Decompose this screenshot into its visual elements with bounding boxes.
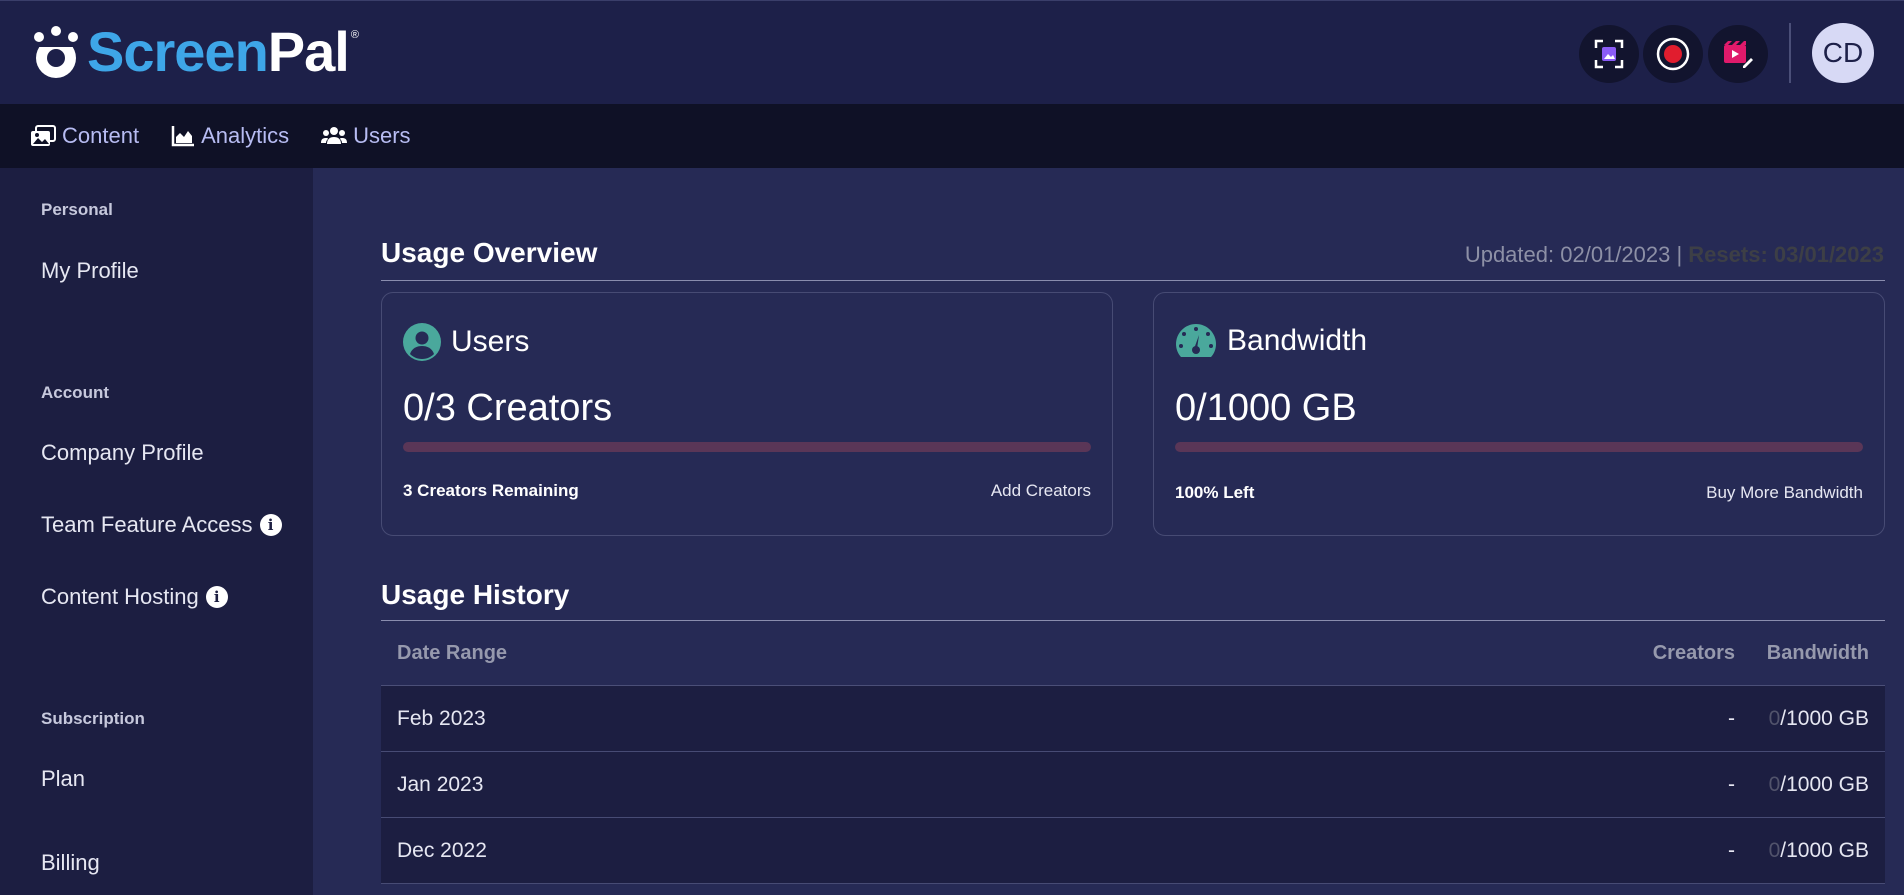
- sidebar-item-billing[interactable]: Billing: [41, 850, 100, 876]
- registered-mark: ®: [350, 29, 359, 41]
- overview-divider: [381, 280, 1885, 281]
- logo-wordmark: ScreenPal: [87, 24, 350, 80]
- row-bandwidth: 0/1000 GB: [1735, 773, 1885, 797]
- bandwidth-total: /1000 GB: [1780, 706, 1869, 730]
- record-tool-button[interactable]: [1643, 25, 1703, 83]
- sidebar-section-subscription: Subscription: [41, 709, 145, 728]
- user-circle-icon: [403, 323, 441, 361]
- nav-users-label: Users: [353, 123, 411, 148]
- row-bandwidth: 0/1000 GB: [1735, 839, 1885, 863]
- video-edit-icon: [1724, 41, 1753, 68]
- bandwidth-card-label: Bandwidth: [1227, 324, 1368, 357]
- bandwidth-total: /1000 GB: [1780, 772, 1869, 796]
- gauge-icon: [1176, 324, 1216, 357]
- creators-remaining: 3 Creators Remaining: [403, 481, 579, 500]
- row-creators: -: [1728, 772, 1735, 796]
- main-nav: Content Analytics Users: [0, 104, 1904, 168]
- sidebar-item-label: Company Profile: [41, 440, 204, 465]
- table-row: Feb 2023 - 0/1000 GB: [381, 686, 1885, 752]
- nav-users[interactable]: Users: [321, 123, 411, 149]
- sidebar-item-team-feature-access[interactable]: Team Feature Access i: [41, 512, 282, 538]
- record-icon: [1656, 37, 1690, 71]
- images-icon: [31, 125, 56, 146]
- video-editor-tool-button[interactable]: [1708, 25, 1768, 83]
- usage-overview-title: Usage Overview: [381, 237, 598, 268]
- sidebar-section-account: Account: [41, 383, 109, 402]
- nav-analytics-label: Analytics: [201, 123, 290, 148]
- table-row: Jan 2023 - 0/1000 GB: [381, 752, 1885, 818]
- header-divider: [1789, 23, 1791, 83]
- bandwidth-total: /1000 GB: [1780, 838, 1869, 862]
- chart-area-icon: [171, 126, 195, 147]
- column-header-bandwidth[interactable]: Bandwidth: [1735, 642, 1885, 665]
- screenpal-logo-icon: [34, 26, 78, 78]
- table-header-row: Date Range Creators Bandwidth: [381, 622, 1885, 686]
- sidebar-item-my-profile[interactable]: My Profile: [41, 258, 139, 284]
- users-card-header: Users: [403, 323, 529, 361]
- usage-history-title: Usage History: [381, 579, 570, 610]
- info-icon[interactable]: i: [205, 586, 228, 608]
- logo-word-screen: Screen: [87, 20, 269, 83]
- bandwidth-used: 0: [1768, 838, 1781, 862]
- buy-more-bandwidth-link[interactable]: Buy More Bandwidth: [1706, 483, 1863, 503]
- users-icon: [321, 127, 348, 144]
- bandwidth-card-header: Bandwidth: [1175, 323, 1367, 359]
- sidebar-item-content-hosting[interactable]: Content Hosting i: [41, 584, 228, 610]
- row-creators: -: [1728, 838, 1735, 862]
- bandwidth-remaining: 100% Left: [1175, 483, 1255, 502]
- row-date: Dec 2022: [397, 838, 487, 862]
- info-icon[interactable]: i: [259, 514, 282, 536]
- bandwidth-progress-bar: [1175, 442, 1863, 452]
- sidebar-item-company-profile[interactable]: Company Profile: [41, 440, 204, 466]
- bandwidth-used: 0: [1768, 706, 1781, 730]
- nav-content[interactable]: Content: [30, 123, 139, 149]
- usage-updated-info: Updated: 02/01/2023 | Resets: 03/01/2023: [1465, 242, 1884, 268]
- column-header-date-range[interactable]: Date Range: [381, 642, 1351, 665]
- screenshot-capture-icon: [1594, 39, 1624, 69]
- nav-analytics[interactable]: Analytics: [171, 123, 289, 149]
- nav-content-label: Content: [62, 123, 140, 148]
- sidebar-item-label: My Profile: [41, 258, 139, 283]
- history-divider: [381, 620, 1885, 621]
- resets-date: Resets: 03/01/2023: [1688, 242, 1884, 267]
- sidebar-item-plan[interactable]: Plan: [41, 766, 85, 792]
- sidebar-item-label: Content Hosting: [41, 584, 199, 609]
- user-avatar[interactable]: CD: [1812, 23, 1874, 83]
- top-header: ScreenPal ® CD: [0, 0, 1904, 104]
- bandwidth-card-value: 0/1000 GB: [1175, 387, 1357, 429]
- add-creators-link[interactable]: Add Creators: [991, 481, 1091, 501]
- users-usage-card: Users 0/3 Creators 3 Creators Remaining …: [381, 292, 1113, 536]
- logo-word-pal: Pal: [267, 20, 350, 83]
- sidebar-section-personal: Personal: [41, 200, 113, 219]
- sidebar-item-label: Plan: [41, 766, 86, 791]
- users-card-value: 0/3 Creators: [403, 387, 613, 429]
- row-date: Feb 2023: [397, 706, 486, 730]
- row-creators: -: [1728, 706, 1735, 730]
- users-progress-bar: [403, 442, 1091, 452]
- users-card-label: Users: [451, 325, 530, 358]
- settings-sidebar: Personal My Profile Account Company Prof…: [0, 168, 313, 895]
- row-date: Jan 2023: [397, 772, 484, 796]
- screenpal-logo[interactable]: ScreenPal ®: [29, 24, 359, 80]
- sidebar-item-label: Team Feature Access: [41, 512, 253, 537]
- sidebar-item-label: Billing: [41, 850, 100, 875]
- screenshot-tool-button[interactable]: [1579, 25, 1639, 83]
- row-bandwidth: 0/1000 GB: [1735, 707, 1885, 731]
- bandwidth-usage-card: Bandwidth 0/1000 GB 100% Left Buy More B…: [1153, 292, 1885, 536]
- table-row: Dec 2022 - 0/1000 GB: [381, 818, 1885, 884]
- column-header-creators[interactable]: Creators: [1351, 642, 1735, 665]
- updated-date: Updated: 02/01/2023 |: [1464, 242, 1683, 267]
- usage-history-table: Date Range Creators Bandwidth Feb 2023 -…: [381, 622, 1885, 884]
- bandwidth-used: 0: [1768, 772, 1781, 796]
